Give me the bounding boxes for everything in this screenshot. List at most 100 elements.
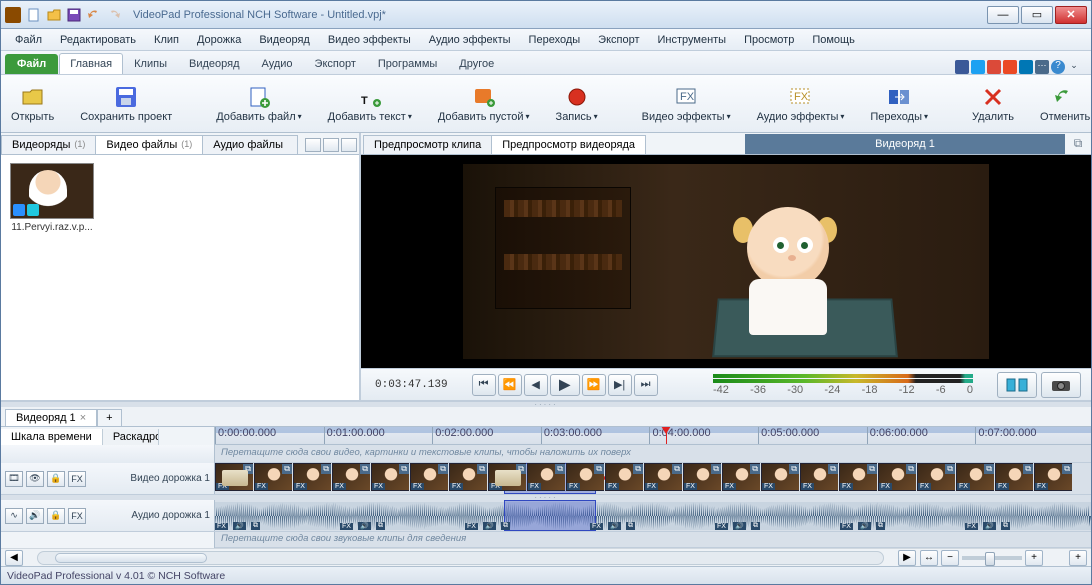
view-thumb-icon[interactable]	[305, 138, 321, 152]
scroll-thumb[interactable]	[55, 553, 207, 563]
audio-track[interactable]: FX🔊⧉FX🔊⧉FX🔊⧉FX🔊⧉FX🔊⧉FX🔊⧉FX🔊⧉	[215, 500, 1091, 531]
menu-переходы[interactable]: Переходы	[521, 32, 589, 48]
linkedin-icon[interactable]	[1019, 60, 1033, 74]
audio-clip-badge[interactable]: ⧉	[251, 522, 260, 530]
audio-clip-badge[interactable]: ⧉	[501, 522, 510, 530]
video-clip-frame[interactable]: FX⧉	[566, 463, 604, 491]
video-clip-frame[interactable]: FX⧉	[683, 463, 721, 491]
view-detail-icon[interactable]	[341, 138, 357, 152]
transport-btn-4[interactable]: ⏩	[582, 374, 606, 396]
menu-файл[interactable]: Файл	[7, 32, 50, 48]
dropdown-icon[interactable]: ▾	[594, 112, 598, 121]
delete-button[interactable]: Удалить	[968, 83, 1018, 125]
view-timeline-tab[interactable]: Шкала времени	[1, 429, 103, 445]
add-blank-button[interactable]: Добавить пустой▾	[434, 83, 534, 125]
menu-помощь[interactable]: Помощь	[804, 32, 863, 48]
transport-btn-1[interactable]: ⏪	[498, 374, 522, 396]
ribbon-tab-3[interactable]: Аудио	[251, 53, 304, 74]
add-text-button[interactable]: TДобавить текст▾	[324, 83, 416, 125]
menu-видеоряд[interactable]: Видеоряд	[251, 32, 318, 48]
audio-clip-badge[interactable]: 🔊	[483, 522, 496, 530]
ribbon-tab-5[interactable]: Программы	[367, 53, 448, 74]
ribbon-file-tab[interactable]: Файл	[5, 54, 58, 74]
preview-tab-clip[interactable]: Предпросмотр клипа	[363, 135, 492, 154]
stumble-icon[interactable]	[1003, 60, 1017, 74]
preview-tab-sequence[interactable]: Предпросмотр видеоряда	[491, 135, 646, 154]
transport-btn-6[interactable]: ⏭	[634, 374, 658, 396]
video-clip-frame[interactable]: FX⧉	[605, 463, 643, 491]
close-sequence-icon[interactable]: ×	[80, 412, 86, 424]
audio-clip-badge[interactable]: ⧉	[876, 522, 885, 530]
audio-clip-badge[interactable]: FX	[590, 523, 603, 530]
video-clip-frame[interactable]: FX⧉	[293, 463, 331, 491]
transitions-button[interactable]: Переходы▾	[866, 83, 932, 125]
zoom-in-icon[interactable]: +	[1025, 550, 1043, 566]
video-clip-frame[interactable]: FX⧉	[332, 463, 370, 491]
ribbon-tab-4[interactable]: Экспорт	[304, 53, 367, 74]
audio-clip-badge[interactable]: FX	[215, 523, 228, 530]
zoom-slider[interactable]	[962, 556, 1022, 560]
video-clip-frame[interactable]: FX⧉	[215, 463, 253, 491]
audio-fx-button[interactable]: FXАудио эффекты▾	[753, 83, 849, 125]
video-clip-frame[interactable]: FX⧉	[371, 463, 409, 491]
record-button[interactable]: Запись▾	[552, 83, 602, 125]
audio-clip-badge[interactable]: ⧉	[376, 522, 385, 530]
add-file-button[interactable]: Добавить файл▾	[212, 83, 305, 125]
dropdown-icon[interactable]: ▾	[924, 112, 928, 121]
ribbon-tab-1[interactable]: Клипы	[123, 53, 178, 74]
zoom-out-icon[interactable]: −	[941, 550, 959, 566]
video-clip-frame[interactable]: FX⧉	[917, 463, 955, 491]
video-clip-frame[interactable]: FX⧉	[839, 463, 877, 491]
menu-экспорт[interactable]: Экспорт	[590, 32, 647, 48]
video-clip-frame[interactable]: FX⧉	[995, 463, 1033, 491]
track-wave-icon[interactable]: ∿	[5, 508, 23, 524]
folder-open-button[interactable]: Открыть	[7, 83, 58, 125]
track-lock-icon[interactable]: 🔒	[47, 508, 65, 524]
transport-btn-3[interactable]: ▶	[550, 374, 580, 396]
qat-new-icon[interactable]	[25, 6, 43, 24]
dropdown-icon[interactable]: ▾	[727, 112, 731, 121]
audio-clip-badge[interactable]: 🔊	[983, 522, 996, 530]
transport-btn-5[interactable]: ▶|	[608, 374, 632, 396]
dropdown-icon[interactable]: ▾	[526, 112, 530, 121]
maximize-button[interactable]: ▭	[1021, 6, 1053, 24]
ribbon-chevron-icon[interactable]: ⌄	[1067, 60, 1081, 74]
media-tab-2[interactable]: Аудио файлы	[202, 135, 298, 154]
audio-clip-badge[interactable]: FX	[965, 523, 978, 530]
scroll-right-icon[interactable]: ▶	[898, 550, 916, 566]
time-ruler[interactable]: 0:00:00.0000:01:00.0000:02:00.0000:03:00…	[215, 427, 1091, 445]
audio-clip-badge[interactable]: FX	[715, 523, 728, 530]
audio-clip-badge[interactable]: 🔊	[733, 522, 746, 530]
save-button[interactable]: Сохранить проект	[76, 83, 176, 125]
set-in-out-icon[interactable]	[997, 372, 1037, 398]
track-film-icon[interactable]: 🎞	[5, 471, 23, 487]
track-fx-icon[interactable]: FX	[68, 508, 86, 524]
menu-дорожка[interactable]: Дорожка	[189, 32, 249, 48]
qat-open-icon[interactable]	[45, 6, 63, 24]
media-tab-0[interactable]: Видеоряды (1)	[1, 135, 96, 154]
dropdown-icon[interactable]: ▾	[408, 112, 412, 121]
menu-клип[interactable]: Клип	[146, 32, 187, 48]
audio-selection-region[interactable]	[504, 500, 596, 531]
media-tab-1[interactable]: Видео файлы (1)	[95, 135, 203, 154]
options-icon[interactable]: ⋯	[1035, 60, 1049, 74]
media-item[interactable]: 11.Pervyi.raz.v.p...	[9, 163, 95, 233]
track-speaker-icon[interactable]: 🔊	[26, 508, 44, 524]
audio-drop-zone[interactable]: Перетащите сюда свои звуковые клипы для …	[215, 532, 1091, 547]
dropdown-icon[interactable]: ▾	[840, 112, 844, 121]
menu-инструменты[interactable]: Инструменты	[650, 32, 735, 48]
video-clip-frame[interactable]: FX⧉	[449, 463, 487, 491]
snapshot-icon[interactable]	[1041, 372, 1081, 398]
audio-clip-badge[interactable]: 🔊	[858, 522, 871, 530]
undo-button[interactable]: Отменить	[1036, 83, 1092, 125]
track-eye-icon[interactable]: 👁	[26, 471, 44, 487]
gplus-icon[interactable]	[987, 60, 1001, 74]
ribbon-tab-6[interactable]: Другое	[448, 53, 505, 74]
scroll-left-icon[interactable]: ◀	[5, 550, 23, 566]
video-clip-frame[interactable]: FX⧉	[722, 463, 760, 491]
transport-btn-2[interactable]: ◀	[524, 374, 548, 396]
video-clip-frame[interactable]: FX⧉	[800, 463, 838, 491]
video-clip-frame[interactable]: FX⧉	[254, 463, 292, 491]
view-storyboard-tab[interactable]: Раскадровка	[103, 429, 159, 445]
overlay-drop-zone[interactable]: Перетащите сюда свои видео, картинки и т…	[215, 445, 1091, 462]
